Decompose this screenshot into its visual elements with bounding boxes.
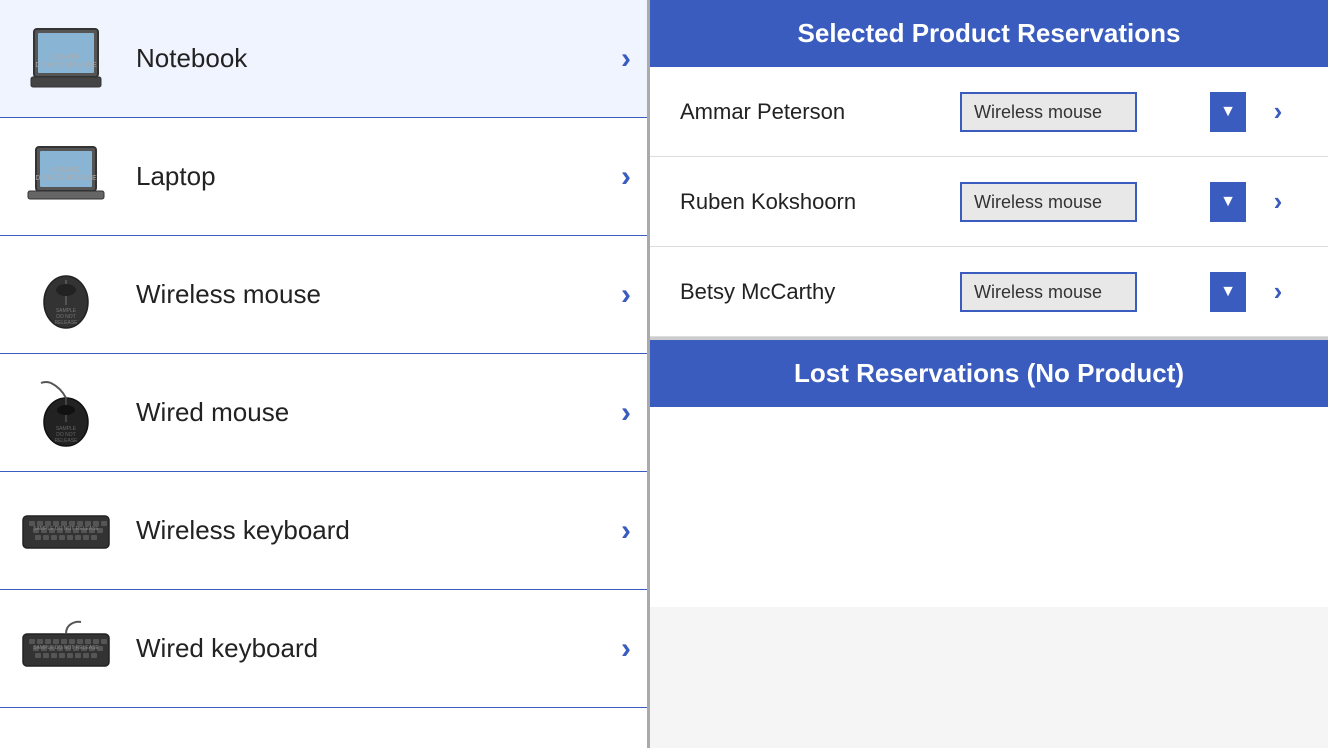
select-wrapper-betsy: Wireless mouseWired mouseWireless keyboa… <box>960 272 1246 312</box>
svg-text:DO NOT RELEASE: DO NOT RELEASE <box>35 62 97 69</box>
product-select-ammar[interactable]: Wireless mouseWired mouseWireless keyboa… <box>960 92 1137 132</box>
svg-text:SAMPLE DO NOT RELEASE: SAMPLE DO NOT RELEASE <box>33 645 99 651</box>
product-list: SAMPLE DO NOT RELEASE Notebook › SAMPLE D… <box>0 0 650 748</box>
chevron-down-icon: ▼ <box>1220 103 1236 121</box>
product-label-wireless-keyboard: Wireless keyboard <box>136 515 611 546</box>
reservation-controls-ammar: Wireless mouseWired mouseWireless keyboa… <box>960 92 1298 132</box>
select-dropdown-arrow-ruben: ▼ <box>1210 182 1246 222</box>
reservation-list: Ammar PetersonWireless mouseWired mouseW… <box>650 67 1328 340</box>
reservation-row-ruben: Ruben KokshoornWireless mouseWired mouse… <box>650 157 1328 247</box>
wired-keyboard-icon: SAMPLE DO NOT RELEASE <box>16 609 116 689</box>
reservations-panel: Selected Product Reservations Ammar Pete… <box>650 0 1328 748</box>
reservation-controls-betsy: Wireless mouseWired mouseWireless keyboa… <box>960 272 1298 312</box>
select-wrapper-ruben: Wireless mouseWired mouseWireless keyboa… <box>960 182 1246 222</box>
select-wrapper-ammar: Wireless mouseWired mouseWireless keyboa… <box>960 92 1246 132</box>
chevron-down-icon: ▼ <box>1220 193 1236 211</box>
product-item-wireless-mouse[interactable]: SAMPLE DO NOT RELEASE Wireless mouse › <box>0 236 647 354</box>
product-item-laptop[interactable]: SAMPLE DO NOT RELEASE Laptop › <box>0 118 647 236</box>
product-item-wireless-keyboard[interactable]: SAMPLE DO NOT RELEASE Wireless keyboard › <box>0 472 647 590</box>
lost-reservations-header: Lost Reservations (No Product) <box>650 340 1328 407</box>
chevron-right-icon-wired-mouse[interactable]: › <box>621 396 631 430</box>
svg-text:SAMPLE: SAMPLE <box>52 167 81 174</box>
reservation-row-ammar: Ammar PetersonWireless mouseWired mouseW… <box>650 67 1328 157</box>
product-select-ruben[interactable]: Wireless mouseWired mouseWireless keyboa… <box>960 182 1137 222</box>
wireless-keyboard-icon: SAMPLE DO NOT RELEASE <box>16 491 116 571</box>
product-label-wireless-mouse: Wireless mouse <box>136 279 611 310</box>
chevron-down-icon: ▼ <box>1220 283 1236 301</box>
product-label-notebook: Notebook <box>136 43 611 74</box>
navigate-arrow-betsy[interactable]: › <box>1258 272 1298 312</box>
svg-text:RELEASE: RELEASE <box>54 438 78 444</box>
chevron-right-icon-wired-keyboard[interactable]: › <box>621 632 631 666</box>
svg-text:RELEASE: RELEASE <box>54 320 78 326</box>
notebook-icon: SAMPLE DO NOT RELEASE <box>16 19 116 99</box>
wireless-mouse-icon: SAMPLE DO NOT RELEASE <box>16 255 116 335</box>
lost-reservations-body <box>650 407 1328 607</box>
lost-section: Lost Reservations (No Product) <box>650 340 1328 607</box>
svg-text:SAMPLE DO NOT RELEASE: SAMPLE DO NOT RELEASE <box>33 526 99 532</box>
wired-mouse-icon: SAMPLE DO NOT RELEASE <box>16 373 116 453</box>
navigate-arrow-ruben[interactable]: › <box>1258 182 1298 222</box>
svg-text:DO NOT RELEASE: DO NOT RELEASE <box>35 175 97 182</box>
product-select-betsy[interactable]: Wireless mouseWired mouseWireless keyboa… <box>960 272 1137 312</box>
product-label-laptop: Laptop <box>136 161 611 192</box>
chevron-right-icon-wireless-mouse[interactable]: › <box>621 278 631 312</box>
reservation-name-betsy: Betsy McCarthy <box>680 279 960 305</box>
reservation-controls-ruben: Wireless mouseWired mouseWireless keyboa… <box>960 182 1298 222</box>
chevron-right-icon-laptop[interactable]: › <box>621 160 631 194</box>
product-item-wired-keyboard[interactable]: SAMPLE DO NOT RELEASE Wired keyboard › <box>0 590 647 708</box>
chevron-right-icon-wireless-keyboard[interactable]: › <box>621 514 631 548</box>
selected-reservations-header: Selected Product Reservations <box>650 0 1328 67</box>
product-item-wired-mouse[interactable]: SAMPLE DO NOT RELEASE Wired mouse › <box>0 354 647 472</box>
svg-text:SAMPLE: SAMPLE <box>52 54 81 61</box>
navigate-arrow-ammar[interactable]: › <box>1258 92 1298 132</box>
select-dropdown-arrow-ammar: ▼ <box>1210 92 1246 132</box>
chevron-right-icon-notebook[interactable]: › <box>621 42 631 76</box>
product-item-notebook[interactable]: SAMPLE DO NOT RELEASE Notebook › <box>0 0 647 118</box>
product-label-wired-keyboard: Wired keyboard <box>136 633 611 664</box>
reservation-name-ammar: Ammar Peterson <box>680 99 960 125</box>
reservation-name-ruben: Ruben Kokshoorn <box>680 189 960 215</box>
select-dropdown-arrow-betsy: ▼ <box>1210 272 1246 312</box>
reservation-row-betsy: Betsy McCarthyWireless mouseWired mouseW… <box>650 247 1328 337</box>
product-label-wired-mouse: Wired mouse <box>136 397 611 428</box>
laptop-icon: SAMPLE DO NOT RELEASE <box>16 137 116 217</box>
